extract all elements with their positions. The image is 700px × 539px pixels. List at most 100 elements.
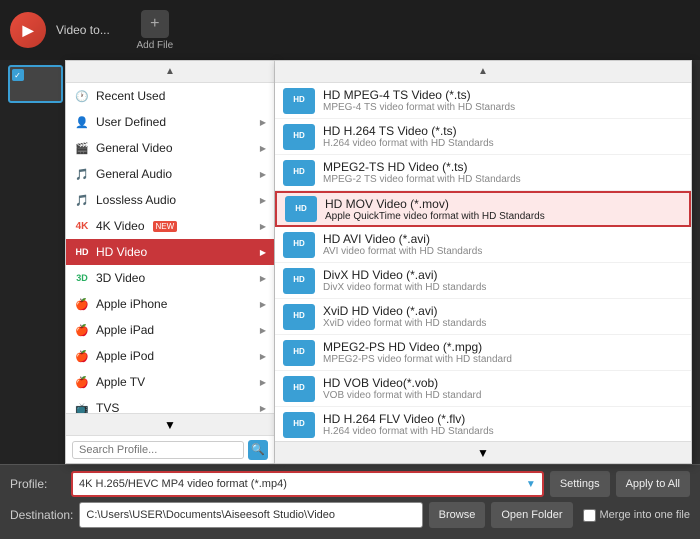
sidebar-item-recent-used[interactable]: 🕐 Recent Used	[66, 83, 274, 109]
right-item-text: MPEG2-TS HD Video (*.ts) MPEG-2 TS video…	[323, 160, 521, 185]
format-item-flv[interactable]: HD HD H.264 FLV Video (*.flv) H.264 vide…	[275, 407, 691, 441]
left-panel-scroll-down[interactable]: ▼	[66, 413, 274, 435]
sidebar-item-apple-ipad[interactable]: 🍎 Apple iPad ▶	[66, 317, 274, 343]
up-arrow-icon: ▲	[165, 66, 175, 77]
browse-button[interactable]: Browse	[429, 502, 486, 528]
search-button[interactable]: 🔍	[248, 440, 268, 460]
chevron-right-icon: ▶	[260, 170, 266, 179]
merge-checkbox[interactable]	[583, 509, 596, 522]
user-icon: 👤	[74, 114, 90, 130]
format-badge: HD	[283, 88, 315, 114]
sidebar-item-label: HD Video	[96, 245, 147, 259]
chevron-right-icon: ▶	[260, 378, 266, 387]
sidebar-item-user-defined[interactable]: 👤 User Defined ▶	[66, 109, 274, 135]
chevron-right-icon: ▶	[260, 196, 266, 205]
sidebar-item-label: TVS	[96, 401, 119, 413]
sidebar-item-label: Apple iPhone	[96, 297, 167, 311]
left-panel-scroll-up[interactable]: ▲	[66, 61, 274, 83]
profile-row: Profile: 4K H.265/HEVC MP4 video format …	[10, 471, 690, 497]
sidebar-item-4k-video[interactable]: 4K 4K Video NEW ▶	[66, 213, 274, 239]
format-item-mpeg2-ps[interactable]: HD MPEG2-PS HD Video (*.mpg) MPEG2-PS vi…	[275, 335, 691, 371]
chevron-right-icon: ▶	[260, 144, 266, 153]
format-item-mpeg2-ts[interactable]: HD MPEG2-TS HD Video (*.ts) MPEG-2 TS vi…	[275, 155, 691, 191]
format-item-h264-ts[interactable]: HD HD H.264 TS Video (*.ts) H.264 video …	[275, 119, 691, 155]
add-file-button[interactable]: + Add File	[130, 10, 180, 51]
chevron-right-icon: ▶	[260, 274, 266, 283]
sidebar-item-apple-ipod[interactable]: 🍎 Apple iPod ▶	[66, 343, 274, 369]
search-input[interactable]	[72, 441, 244, 459]
merge-label: Merge into one file	[600, 509, 691, 521]
up-arrow-icon: ▲	[478, 66, 488, 77]
sidebar-item-apple-tv[interactable]: 🍎 Apple TV ▶	[66, 369, 274, 395]
chevron-right-icon: ▶	[260, 352, 266, 361]
apply-all-button[interactable]: Apply to All	[616, 471, 690, 497]
left-panel-items: 🕐 Recent Used 👤 User Defined ▶ 🎬 General…	[66, 83, 274, 413]
format-desc: DivX video format with HD standards	[323, 282, 486, 293]
app-logo: ▶	[10, 12, 46, 48]
sidebar-item-lossless-audio[interactable]: 🎵 Lossless Audio ▶	[66, 187, 274, 213]
chevron-right-icon: ▶	[260, 248, 266, 257]
left-panel: ▲ 🕐 Recent Used 👤 User Defined ▶	[65, 60, 275, 464]
dropdown-arrow-icon: ▼	[526, 479, 536, 490]
right-item-text: HD VOB Video(*.vob) VOB video format wit…	[323, 376, 481, 401]
right-item-text: HD H.264 FLV Video (*.flv) H.264 video f…	[323, 412, 494, 437]
right-item-text: HD MPEG-4 TS Video (*.ts) MPEG-4 TS vide…	[323, 88, 515, 113]
sidebar-item-label: General Audio	[96, 167, 172, 181]
sidebar-item-label: Lossless Audio	[96, 193, 176, 207]
tv-icon: 📺	[74, 400, 90, 413]
open-folder-button[interactable]: Open Folder	[491, 502, 572, 528]
format-desc: Apple QuickTime video format with HD Sta…	[325, 211, 545, 222]
format-badge: HD	[283, 412, 315, 438]
apple-icon: 🍎	[74, 322, 90, 338]
add-file-label: Add File	[136, 40, 173, 51]
format-item-vob[interactable]: HD HD VOB Video(*.vob) VOB video format …	[275, 371, 691, 407]
3d-icon: 3D	[74, 270, 90, 286]
format-item-mov[interactable]: HD HD MOV Video (*.mov) Apple QuickTime …	[275, 191, 691, 227]
chevron-right-icon: ▶	[260, 326, 266, 335]
search-bar: 🔍	[66, 435, 274, 463]
app-container: ▶ Video to... + Add File ✓ ▲ �	[0, 0, 700, 539]
hd-icon: HD	[74, 244, 90, 260]
apple-icon: 🍎	[74, 296, 90, 312]
profile-value: 4K H.265/HEVC MP4 video format (*.mp4)	[79, 478, 287, 490]
format-badge: HD	[285, 196, 317, 222]
app-title: Video to...	[56, 23, 110, 37]
sidebar-item-tvs[interactable]: 📺 TVS ▶	[66, 395, 274, 413]
chevron-right-icon: ▶	[260, 300, 266, 309]
apple-icon: 🍎	[74, 348, 90, 364]
right-item-text: DivX HD Video (*.avi) DivX video format …	[323, 268, 486, 293]
settings-button[interactable]: Settings	[550, 471, 610, 497]
format-item-xvid[interactable]: HD XviD HD Video (*.avi) XviD video form…	[275, 299, 691, 335]
right-panel-scroll-down[interactable]: ▼	[275, 441, 691, 463]
format-item-avi[interactable]: HD HD AVI Video (*.avi) AVI video format…	[275, 227, 691, 263]
sidebar-item-label: Apple TV	[96, 375, 145, 389]
sidebar-item-general-video[interactable]: 🎬 General Video ▶	[66, 135, 274, 161]
format-desc: XviD video format with HD standards	[323, 318, 486, 329]
format-desc: MPEG-2 TS video format with HD Standards	[323, 174, 521, 185]
destination-label: Destination:	[10, 508, 73, 522]
thumbnail-item[interactable]: ✓	[8, 65, 63, 103]
chevron-right-icon: ▶	[260, 118, 266, 127]
profile-select[interactable]: 4K H.265/HEVC MP4 video format (*.mp4) ▼	[71, 471, 544, 497]
sidebar-item-hd-video[interactable]: HD HD Video ▶	[66, 239, 274, 265]
new-badge: NEW	[153, 221, 178, 232]
add-file-icon: +	[141, 10, 169, 38]
format-badge: HD	[283, 304, 315, 330]
apple-icon: 🍎	[74, 374, 90, 390]
thumbnail-panel: ✓	[0, 60, 70, 464]
format-badge: HD	[283, 340, 315, 366]
sidebar-item-label: 3D Video	[96, 271, 145, 285]
right-item-text: HD AVI Video (*.avi) AVI video format wi…	[323, 232, 482, 257]
format-desc: MPEG-4 TS video format with HD Stanards	[323, 102, 515, 113]
format-desc: MPEG2-PS video format with HD standard	[323, 354, 512, 365]
sidebar-item-apple-iphone[interactable]: 🍎 Apple iPhone ▶	[66, 291, 274, 317]
destination-path: C:\Users\USER\Documents\Aiseesoft Studio…	[79, 502, 422, 528]
format-item-divx[interactable]: HD DivX HD Video (*.avi) DivX video form…	[275, 263, 691, 299]
video-icon: 🎬	[74, 140, 90, 156]
format-desc: H.264 video format with HD Standards	[323, 426, 494, 437]
right-panel-scroll-up[interactable]: ▲	[275, 61, 691, 83]
sidebar-item-label: General Video	[96, 141, 173, 155]
sidebar-item-general-audio[interactable]: 🎵 General Audio ▶	[66, 161, 274, 187]
sidebar-item-3d-video[interactable]: 3D 3D Video ▶	[66, 265, 274, 291]
format-item-mpeg4-ts[interactable]: HD HD MPEG-4 TS Video (*.ts) MPEG-4 TS v…	[275, 83, 691, 119]
